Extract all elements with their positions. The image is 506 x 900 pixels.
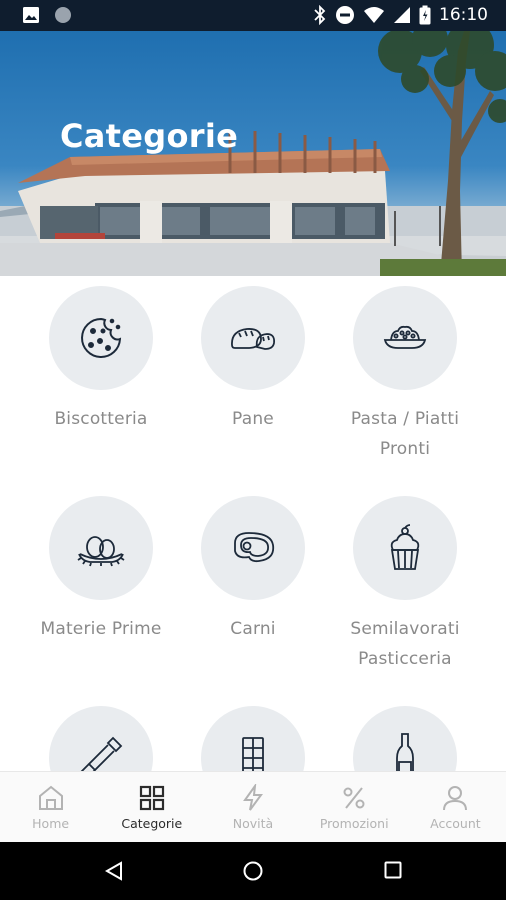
rolling-pin-icon <box>80 736 123 771</box>
steak-icon <box>234 532 275 563</box>
category-item-8[interactable] <box>178 706 328 771</box>
category-semilavorati-pasticceria[interactable]: Semilavorati Pasticceria <box>330 496 480 674</box>
category-circle <box>353 496 457 600</box>
nav-account[interactable]: Account <box>405 772 506 842</box>
category-circle <box>49 286 153 390</box>
percent-icon <box>343 787 365 809</box>
category-grid: Biscotteria Pane Pasta / Piatti Pronti M… <box>0 276 506 771</box>
recents-icon[interactable] <box>384 861 402 879</box>
nav-novita[interactable]: Novità <box>202 772 303 842</box>
chocolate-bar-icon <box>242 737 264 771</box>
nav-label: Novità <box>232 816 274 831</box>
circle-icon <box>55 7 71 23</box>
nav-label: Categorie <box>121 816 183 831</box>
signal-icon <box>394 7 410 23</box>
user-icon <box>443 786 468 811</box>
category-materie-prime[interactable]: Materie Prime <box>26 496 176 644</box>
category-circle <box>49 496 153 600</box>
nav-label: Promozioni <box>319 816 389 831</box>
category-biscotteria[interactable]: Biscotteria <box>26 286 176 434</box>
nav-label: Home <box>32 816 70 831</box>
eggs-nest-icon <box>77 536 125 567</box>
bottle-icon <box>396 733 414 771</box>
category-label: Pasta / Piatti Pronti <box>350 409 460 459</box>
lightning-icon <box>243 784 263 811</box>
category-pasta-piatti-pronti[interactable]: Pasta / Piatti Pronti <box>330 286 480 464</box>
nav-promozioni[interactable]: Promozioni <box>304 772 405 842</box>
hero-banner: Categorie <box>0 31 506 276</box>
bread-icon <box>231 328 276 350</box>
clock: 16:10 <box>439 5 488 25</box>
category-label: Carni <box>230 619 276 639</box>
category-circle <box>49 706 153 771</box>
category-carni[interactable]: Carni <box>178 496 328 644</box>
category-circle <box>201 286 305 390</box>
home-button-icon[interactable] <box>243 861 263 881</box>
bottom-navigation: Home Categorie Novità Promozioni Account <box>0 771 506 842</box>
category-item-9[interactable] <box>330 706 480 771</box>
grid-icon <box>139 785 164 811</box>
category-label: Materie Prime <box>40 619 162 639</box>
nav-home[interactable]: Home <box>0 772 101 842</box>
category-circle <box>353 706 457 771</box>
home-icon <box>38 785 63 810</box>
image-icon <box>23 7 39 23</box>
cookie-icon <box>81 317 122 358</box>
nav-categorie[interactable]: Categorie <box>101 772 202 842</box>
category-label: Pane <box>232 409 274 429</box>
dnd-icon <box>336 6 354 24</box>
bluetooth-icon <box>314 5 326 25</box>
status-bar: 16:10 <box>0 0 506 31</box>
category-label: Semilavorati Pasticceria <box>350 619 460 669</box>
category-circle <box>201 706 305 771</box>
battery-icon <box>419 5 431 25</box>
pasta-plate-icon <box>383 325 427 349</box>
cupcake-icon <box>390 524 420 570</box>
category-circle <box>201 496 305 600</box>
page-title: Categorie <box>60 117 239 155</box>
system-navigation-bar <box>0 842 506 900</box>
back-icon[interactable] <box>104 861 124 881</box>
category-pane[interactable]: Pane <box>178 286 328 434</box>
category-label: Biscotteria <box>54 409 148 429</box>
nav-label: Account <box>430 816 481 831</box>
category-circle <box>353 286 457 390</box>
wifi-icon <box>364 7 384 23</box>
category-item-7[interactable] <box>26 706 176 771</box>
